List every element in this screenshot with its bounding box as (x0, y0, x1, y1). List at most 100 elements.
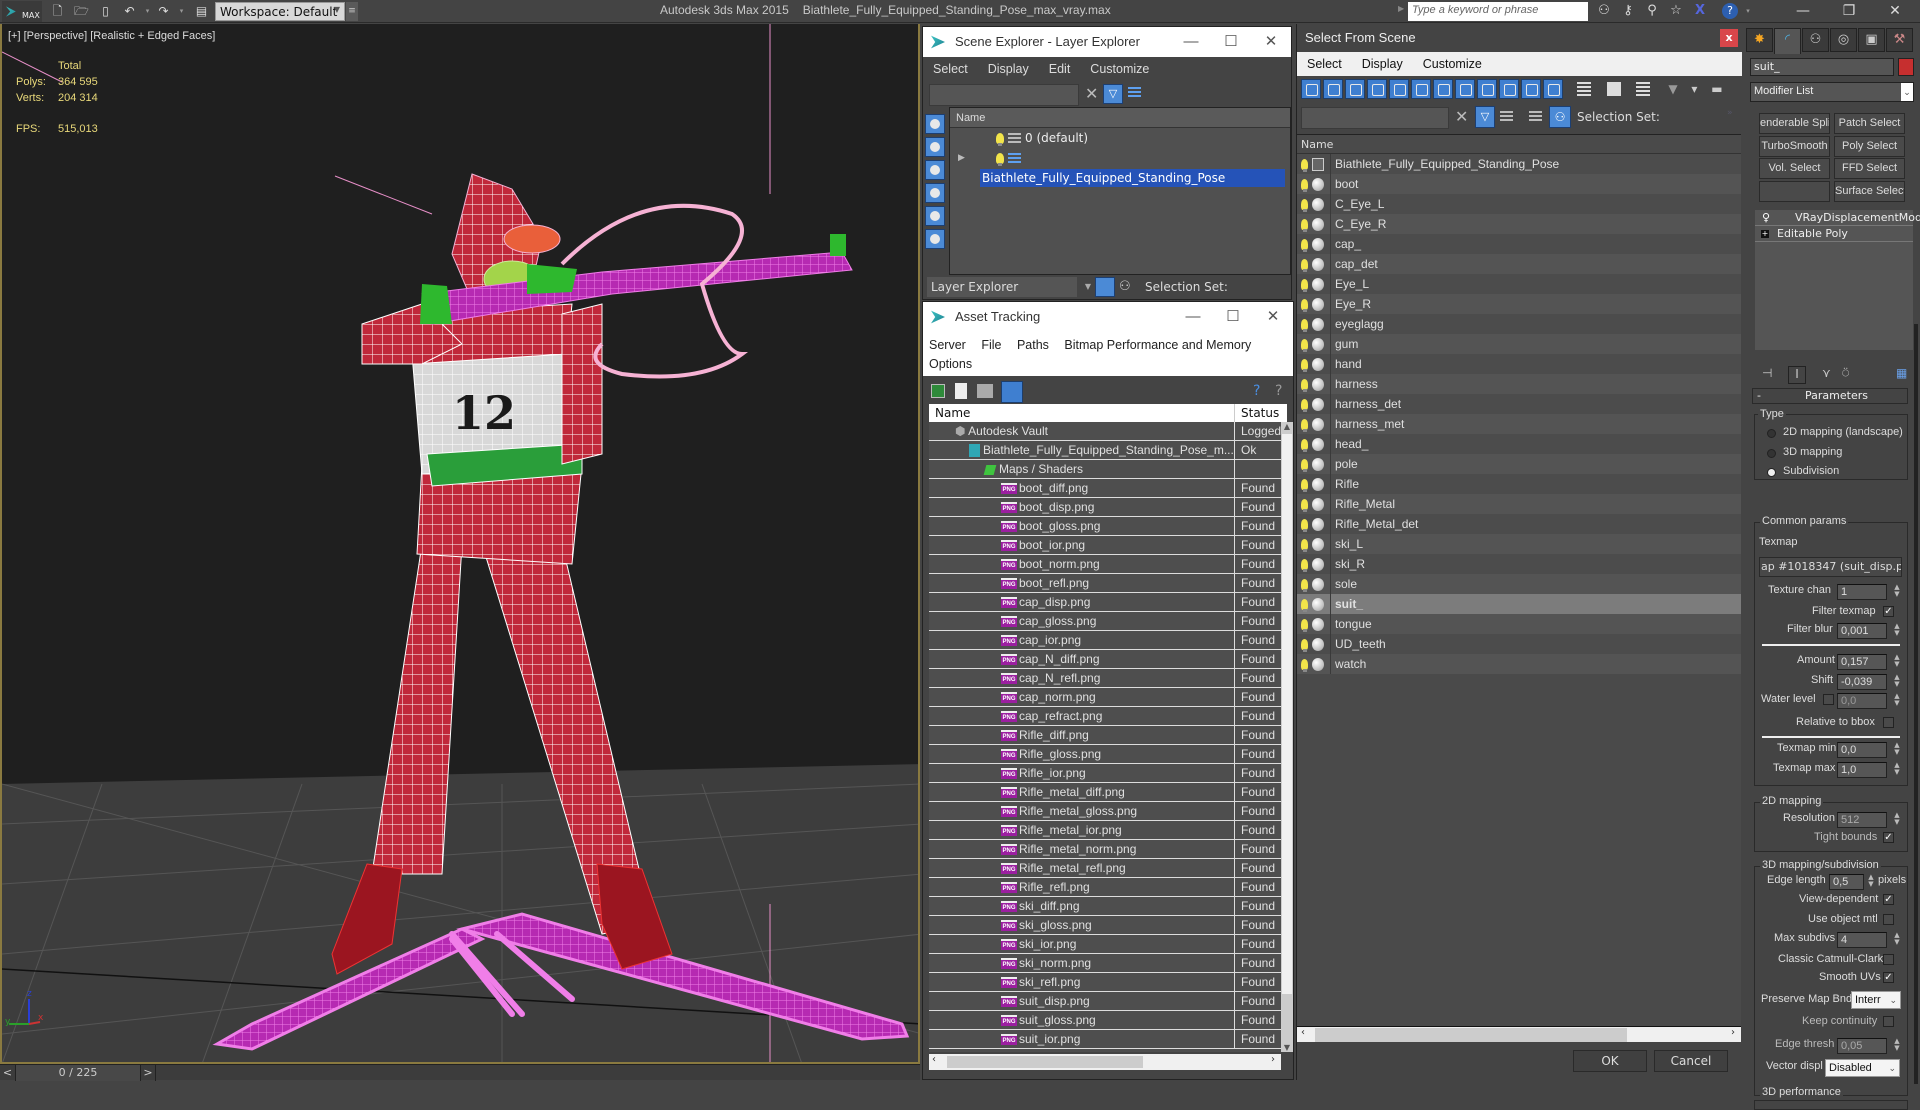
water-level-checkbox[interactable] (1823, 694, 1834, 705)
plus-icon[interactable]: + (1761, 230, 1769, 238)
scene-explorer-titlebar[interactable]: Scene Explorer - Layer Explorer — ☐ ✕ (923, 27, 1291, 57)
visibility-bulb-icon[interactable] (1301, 578, 1309, 592)
object-row[interactable]: cap_ (1297, 234, 1741, 254)
scrollbar-thumb[interactable] (1282, 434, 1292, 994)
filter-texmap-checkbox[interactable]: ✓ (1883, 606, 1894, 617)
new-file-icon[interactable]: 🗋 (50, 4, 65, 18)
tight-bounds-checkbox[interactable]: ✓ (1883, 832, 1894, 843)
visibility-bulb-icon[interactable] (1301, 598, 1309, 612)
table-row[interactable]: PNG Rifle_metal_ior.png Found (929, 821, 1281, 840)
help-icon[interactable]: ? (1722, 3, 1738, 19)
modifier-button-poly-select[interactable]: Poly Select (1834, 136, 1905, 157)
object-name-input[interactable]: suit_ (1750, 58, 1894, 76)
stack-item-editable-poly[interactable]: + Editable Poly (1755, 226, 1913, 242)
modifier-button-renderable-spline[interactable]: enderable Splir (1759, 113, 1830, 134)
configure-modifier-sets-icon[interactable]: ▦ (1896, 366, 1907, 380)
menu-edit[interactable]: Edit (1049, 62, 1071, 76)
table-row[interactable]: PNG Rifle_ior.png Found (929, 764, 1281, 783)
quick-access-menu-button[interactable]: ≡ (346, 2, 358, 21)
table-row[interactable]: PNG boot_ior.png Found (929, 536, 1281, 555)
object-row[interactable]: C_Eye_L (1297, 194, 1741, 214)
menu-customize[interactable]: Customize (1090, 62, 1149, 76)
display-spacewarps-icon[interactable] (925, 229, 945, 249)
spinner-arrows-icon[interactable]: ▲ ▼ (1892, 762, 1902, 778)
table-row[interactable]: PNG Rifle_gloss.png Found (929, 745, 1281, 764)
preserve-map-bnd-dropdown[interactable]: Interr ⌄ (1851, 991, 1901, 1009)
object-row[interactable]: Rifle (1297, 474, 1741, 494)
minimize-button[interactable]: — (1173, 302, 1213, 332)
app-menu-button[interactable]: MAX (2, 1, 42, 22)
layer-settings-icon[interactable] (1500, 109, 1517, 123)
texture-chan-spinner[interactable]: 1 (1837, 584, 1887, 600)
panel-scrollbar[interactable] (1914, 324, 1918, 1084)
undo-icon[interactable]: ↶ (122, 4, 137, 18)
next-frame-button[interactable]: > (140, 1065, 156, 1081)
thumbnail-view-icon[interactable] (977, 384, 993, 398)
modifier-button-patch-select[interactable]: Patch Select (1834, 113, 1905, 134)
visibility-bulb-icon[interactable] (1301, 498, 1309, 512)
menu-options[interactable]: Options (929, 357, 972, 371)
spinner-arrows-icon[interactable]: ▲ ▼ (1866, 874, 1876, 890)
find-input[interactable] (929, 84, 1079, 106)
table-row[interactable]: Biathlete_Fully_Equipped_Standing_Pose_m… (929, 441, 1281, 460)
visibility-bulb-icon[interactable] (1301, 278, 1309, 292)
visibility-bulb-icon[interactable] (1301, 358, 1309, 372)
table-row[interactable]: PNG boot_disp.png Found (929, 498, 1281, 517)
sort-by-hierarchy-icon[interactable]: ⚇ (1119, 279, 1131, 294)
open-file-icon[interactable]: 🗁 (74, 4, 89, 18)
visibility-bulb-icon[interactable] (1301, 558, 1309, 572)
find-input[interactable] (1301, 107, 1449, 129)
horizontal-scrollbar[interactable]: ‹ › (1297, 1026, 1741, 1042)
edge-length-spinner[interactable]: 0,5 (1829, 874, 1864, 890)
pin-stack-icon[interactable]: ⊣ (1762, 366, 1772, 380)
visibility-bulb-icon[interactable] (1301, 158, 1309, 172)
object-row[interactable]: tongue (1297, 614, 1741, 634)
spinner-arrows-icon[interactable]: ▲ ▼ (1892, 812, 1902, 828)
minimize-button[interactable]: — (1171, 27, 1211, 57)
menu-select[interactable]: Select (933, 62, 968, 76)
filter-icon[interactable]: ▽ (1475, 106, 1495, 128)
table-row[interactable]: PNG ski_ior.png Found (929, 935, 1281, 954)
modifier-list-dropdown[interactable]: Modifier List ⌄ (1750, 82, 1914, 102)
classic-catmull-clark-checkbox[interactable] (1883, 954, 1894, 965)
parameters-rollout-header[interactable]: - Parameters (1752, 388, 1908, 404)
column-header-name[interactable]: Name (950, 108, 1290, 128)
filter-shapes-icon[interactable] (1323, 79, 1343, 99)
visibility-bulb-icon[interactable] (996, 153, 1004, 166)
modifier-button-empty[interactable] (1759, 181, 1830, 202)
time-slider[interactable]: < 0 / 225 > (0, 1064, 920, 1081)
tab-utilities[interactable]: ⚒ (1886, 28, 1913, 52)
bulb-icon[interactable]: ♀ (1762, 210, 1770, 226)
key-icon[interactable]: ⚷ (1620, 3, 1636, 19)
tab-hierarchy[interactable]: ⚇ (1802, 28, 1829, 52)
search-input[interactable]: Type a keyword or phrase (1408, 2, 1588, 21)
expand-toolbar-icon[interactable]: » (1727, 108, 1733, 118)
close-button[interactable]: ✕ (1253, 302, 1293, 332)
object-row[interactable]: head_ (1297, 434, 1741, 454)
table-row[interactable]: PNG Rifle_metal_gloss.png Found (929, 802, 1281, 821)
select-none-icon[interactable] (1606, 82, 1621, 96)
filter-frozen-icon[interactable] (1521, 79, 1541, 99)
redo-dropdown-icon[interactable]: ▾ (174, 4, 189, 18)
radio-3d-mapping[interactable] (1767, 449, 1776, 458)
table-row[interactable]: PNG boot_diff.png Found (929, 479, 1281, 498)
table-row[interactable]: PNG Rifle_refl.png Found (929, 878, 1281, 897)
texmap-min-spinner[interactable]: 0,0 (1837, 742, 1887, 758)
select-all-icon[interactable] (1576, 82, 1591, 96)
filter-lights-icon[interactable] (1345, 79, 1365, 99)
table-row[interactable]: PNG Rifle_metal_refl.png Found (929, 859, 1281, 878)
table-row[interactable]: PNG boot_norm.png Found (929, 555, 1281, 574)
display-cameras-icon[interactable] (925, 183, 945, 203)
layer-row[interactable]: 0 (default) (950, 128, 1290, 148)
display-lights-icon[interactable] (925, 160, 945, 180)
visibility-bulb-icon[interactable] (1301, 658, 1309, 672)
smooth-uvs-checkbox[interactable]: ✓ (1883, 972, 1894, 983)
spinner-arrows-icon[interactable]: ▲ ▼ (1892, 623, 1902, 639)
object-row[interactable]: ski_R (1297, 554, 1741, 574)
texmap-button[interactable]: ap #1018347 (suit_disp.png) (1759, 557, 1902, 577)
table-row[interactable]: PNG suit_ior.png Found (929, 1030, 1281, 1049)
tab-motion[interactable]: ◎ (1830, 28, 1857, 52)
table-view-icon[interactable] (1001, 381, 1023, 403)
frame-counter[interactable]: 0 / 225 (16, 1065, 140, 1081)
table-row[interactable]: PNG ski_refl.png Found (929, 973, 1281, 992)
